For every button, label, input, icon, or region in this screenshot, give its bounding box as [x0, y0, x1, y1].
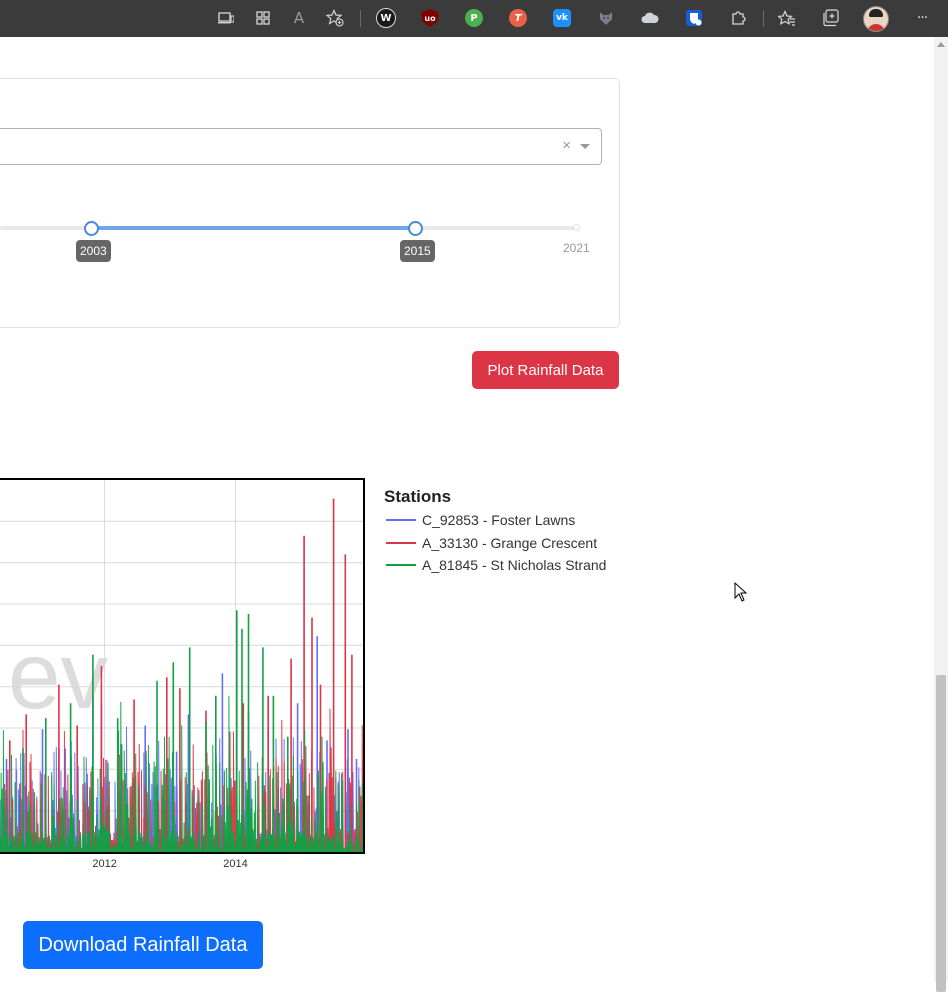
legend-item-st-nicholas-strand[interactable]: A_81845 - St Nicholas Strand — [386, 556, 606, 574]
legend-line-blue — [386, 519, 416, 521]
legend-label: C_92853 - Foster Lawns — [422, 512, 576, 528]
x-tick-label: 2012 — [92, 858, 116, 870]
rainfall-chart: ev 2012 2014 — [0, 478, 365, 870]
x-axis-ticks: 2012 2014 — [92, 858, 247, 870]
legend-label: A_33130 - Grange Crescent — [422, 535, 598, 551]
x-tick-label: 2014 — [223, 858, 247, 870]
mouse-cursor-icon — [734, 582, 748, 602]
legend-line-green — [386, 564, 416, 566]
download-rainfall-button[interactable]: Download Rainfall Data — [23, 921, 263, 969]
legend-title: Stations — [384, 487, 452, 506]
legend-item-foster-lawns[interactable]: C_92853 - Foster Lawns — [386, 511, 575, 529]
legend-label: A_81845 - St Nicholas Strand — [422, 557, 607, 573]
legend-item-grange-crescent[interactable]: A_33130 - Grange Crescent — [386, 534, 597, 552]
legend-line-red — [386, 542, 416, 544]
